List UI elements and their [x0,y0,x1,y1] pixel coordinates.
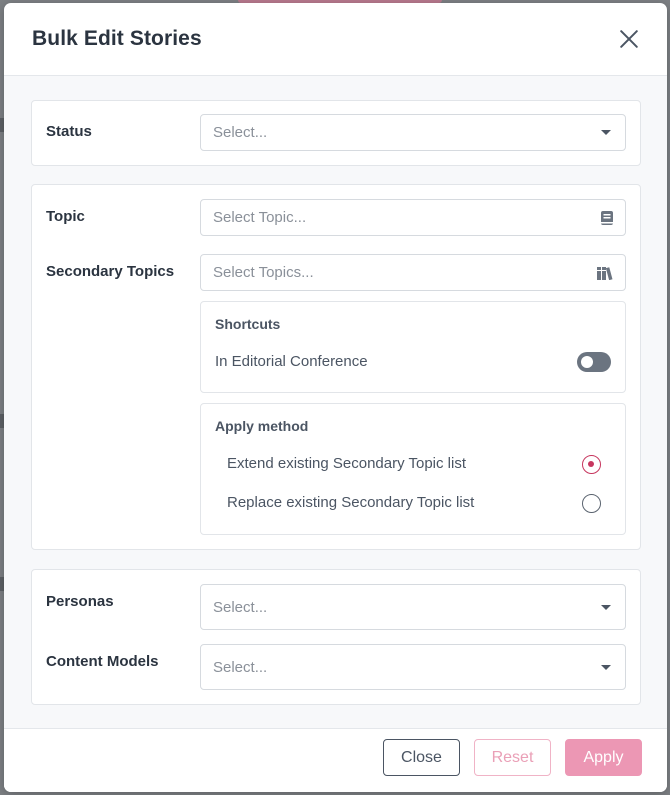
chevron-down-icon [601,130,611,135]
apply-method-box: Apply method Extend existing Secondary T… [200,403,626,535]
status-select[interactable]: Select... [200,114,626,151]
bulk-edit-modal: Bulk Edit Stories Status Select... Topic… [4,3,667,792]
personas-card: Personas Select... Content Models Select… [31,569,641,705]
content-models-placeholder: Select... [213,658,268,676]
apply-method-title: Apply method [215,418,309,434]
modal-title: Bulk Edit Stories [32,27,202,50]
editorial-conference-label: In Editorial Conference [215,353,368,370]
personas-label: Personas [46,593,114,610]
status-label: Status [46,123,92,140]
shortcuts-box: Shortcuts In Editorial Conference [200,301,626,393]
status-placeholder: Select... [213,124,268,141]
replace-option-radio[interactable] [582,494,601,513]
modal-header: Bulk Edit Stories [4,3,667,76]
content-models-label: Content Models [46,653,159,670]
extend-option-label: Extend existing Secondary Topic list [227,455,467,472]
status-card: Status Select... [31,100,641,166]
book-icon [601,210,613,225]
editorial-conference-toggle[interactable] [577,352,611,372]
toggle-knob [581,356,593,368]
secondary-topics-select[interactable]: Select Topics... [200,254,626,291]
chevron-down-icon [601,604,611,610]
chevron-down-icon [601,664,611,670]
close-icon[interactable] [619,29,639,49]
extend-option-radio[interactable] [582,455,601,474]
topic-label: Topic [46,208,85,225]
topic-card: Topic Select Topic... Secondary Topics S… [31,184,641,550]
secondary-topics-label: Secondary Topics [46,263,175,280]
reset-button[interactable]: Reset [474,739,551,776]
books-icon [597,266,613,280]
personas-placeholder: Select... [213,598,268,616]
apply-button[interactable]: Apply [565,739,642,776]
shortcuts-title: Shortcuts [215,316,281,332]
modal-body: Status Select... Topic Select Topic... S… [4,76,667,728]
replace-option-label: Replace existing Secondary Topic list [227,494,475,511]
topic-select[interactable]: Select Topic... [200,199,626,236]
content-models-select[interactable]: Select... [200,644,626,690]
personas-select[interactable]: Select... [200,584,626,630]
close-button[interactable]: Close [383,739,460,776]
topic-placeholder: Select Topic... [213,209,307,226]
secondary-topics-placeholder: Select Topics... [213,264,314,281]
modal-footer: Close Reset Apply [4,728,667,792]
